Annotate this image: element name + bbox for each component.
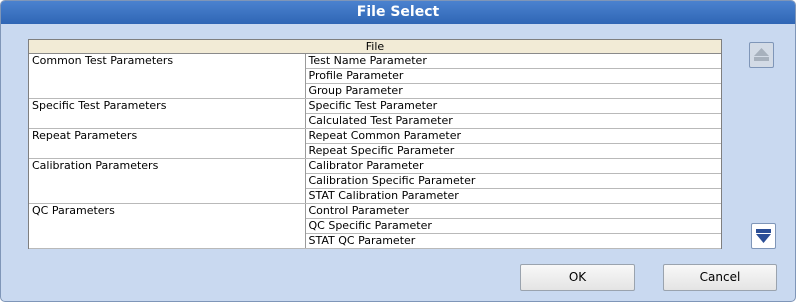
- parameter-cell[interactable]: Calibrator Parameter: [305, 158, 721, 174]
- table-row[interactable]: Common Test Parameters Test Name Paramete…: [29, 53, 721, 69]
- category-cell: Repeat Parameters: [29, 128, 306, 144]
- table-row[interactable]: STAT QC Parameter: [29, 233, 721, 249]
- category-cell: [29, 113, 306, 129]
- parameter-cell[interactable]: Repeat Specific Parameter: [305, 143, 721, 159]
- table-row[interactable]: QC Parameters Control Parameter: [29, 203, 721, 219]
- category-cell: [29, 173, 306, 189]
- category-cell: [29, 188, 306, 204]
- table-row[interactable]: QC Specific Parameter: [29, 218, 721, 234]
- table-row[interactable]: Profile Parameter: [29, 68, 721, 84]
- cancel-button[interactable]: Cancel: [663, 264, 777, 291]
- parameter-cell[interactable]: Specific Test Parameter: [305, 98, 721, 114]
- category-cell: Specific Test Parameters: [29, 98, 306, 114]
- category-cell: QC Parameters: [29, 203, 306, 219]
- arrow-up-icon: [754, 48, 769, 61]
- table-row[interactable]: Repeat Specific Parameter: [29, 143, 721, 159]
- category-cell: Common Test Parameters: [29, 53, 306, 69]
- dialog-title: File Select: [1, 1, 795, 24]
- parameter-cell[interactable]: Repeat Common Parameter: [305, 128, 721, 144]
- table-row[interactable]: Calibration Parameters Calibrator Paramet…: [29, 158, 721, 174]
- parameter-cell[interactable]: STAT QC Parameter: [305, 233, 721, 249]
- category-cell: [29, 68, 306, 84]
- arrow-down-icon: [756, 229, 771, 243]
- category-cell: [29, 218, 306, 234]
- file-select-dialog: File Select File Common Test Parameters T…: [0, 0, 796, 302]
- category-cell: Calibration Parameters: [29, 158, 306, 174]
- file-column-header: File: [29, 40, 721, 54]
- parameter-cell[interactable]: Calculated Test Parameter: [305, 113, 721, 129]
- category-cell: [29, 83, 306, 99]
- parameter-cell[interactable]: Group Parameter: [305, 83, 721, 99]
- parameter-cell[interactable]: Test Name Parameter: [305, 53, 721, 69]
- parameter-cell[interactable]: Control Parameter: [305, 203, 721, 219]
- table-row[interactable]: STAT Calibration Parameter: [29, 188, 721, 204]
- table-row[interactable]: Specific Test Parameters Specific Test Pa…: [29, 98, 721, 114]
- category-cell: [29, 233, 306, 249]
- ok-button[interactable]: OK: [520, 264, 635, 291]
- scroll-down-button[interactable]: [751, 223, 776, 249]
- file-table: File Common Test Parameters Test Name Par…: [28, 39, 722, 249]
- parameter-cell[interactable]: Profile Parameter: [305, 68, 721, 84]
- category-cell: [29, 143, 306, 159]
- scroll-up-button[interactable]: [749, 42, 774, 68]
- parameter-cell[interactable]: QC Specific Parameter: [305, 218, 721, 234]
- parameter-cell[interactable]: Calibration Specific Parameter: [305, 173, 721, 189]
- table-row[interactable]: Calibration Specific Parameter: [29, 173, 721, 189]
- parameter-cell[interactable]: STAT Calibration Parameter: [305, 188, 721, 204]
- table-row[interactable]: Repeat Parameters Repeat Common Parameter: [29, 128, 721, 144]
- table-row[interactable]: Group Parameter: [29, 83, 721, 99]
- table-row[interactable]: Calculated Test Parameter: [29, 113, 721, 129]
